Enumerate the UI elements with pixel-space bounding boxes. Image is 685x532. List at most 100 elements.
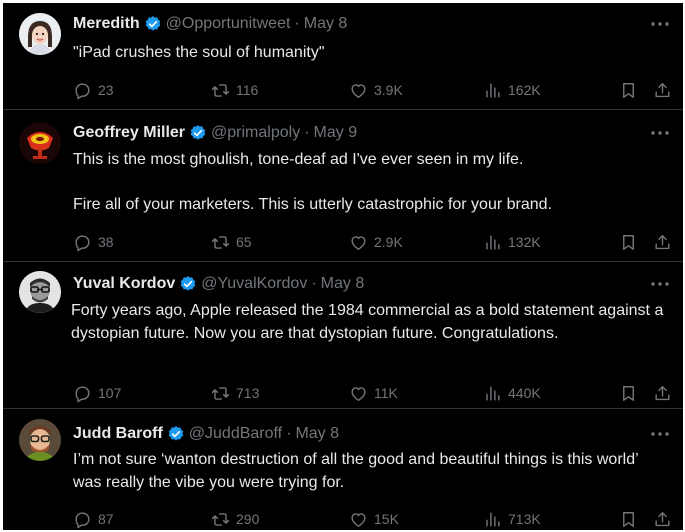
author-handle[interactable]: @YuvalKordov (201, 275, 307, 293)
tweet-text: This is the most ghoulish, tone-deaf ad … (73, 148, 667, 216)
reply-icon (75, 511, 90, 529)
tweet-header: Judd Baroff @JuddBaroff · May 8 (73, 423, 339, 445)
bookmark-button[interactable] (619, 508, 639, 530)
tweet[interactable]: Geoffrey Miller @primalpoly · May 9 This… (3, 110, 683, 262)
share-icon (655, 82, 670, 97)
retweet-icon (211, 235, 230, 249)
separator: · (311, 275, 317, 292)
bookmark-icon (623, 385, 634, 401)
share-button[interactable] (653, 508, 673, 530)
verified-badge-icon (145, 16, 160, 31)
tweet-header: Meredith @Opportunitweet · May 8 (73, 13, 347, 35)
reply-count: 38 (98, 234, 114, 250)
bookmark-button[interactable] (619, 79, 639, 101)
author-handle[interactable]: @JuddBaroff (189, 425, 282, 443)
action-bar: 23 116 3.9K 162K (73, 79, 670, 101)
retweet-count: 116 (236, 82, 259, 98)
more-icon[interactable] (649, 124, 671, 142)
tweet-text: Forty years ago, Apple released the 1984… (71, 299, 665, 345)
retweet-button[interactable]: 713 (211, 382, 259, 404)
views-count: 440K (508, 385, 541, 401)
retweet-button[interactable]: 290 (211, 508, 259, 530)
like-count: 11K (374, 385, 398, 401)
author-handle[interactable]: @primalpoly (211, 124, 300, 142)
reply-button[interactable]: 87 (73, 508, 114, 530)
views-icon (486, 82, 500, 98)
tweet-paragraph: Forty years ago, Apple released the 1984… (71, 302, 664, 342)
like-button[interactable]: 11K (349, 382, 398, 404)
like-button[interactable]: 3.9K (349, 79, 403, 101)
bookmark-icon (623, 511, 634, 527)
timestamp[interactable]: May 8 (295, 425, 339, 443)
tweet-paragraph: I’m not sure ‘wanton destruction of all … (73, 451, 639, 491)
reply-button[interactable]: 38 (73, 231, 114, 253)
share-button[interactable] (653, 79, 673, 101)
like-button[interactable]: 2.9K (349, 231, 403, 253)
tweet-paragraph: "iPad crushes the soul of humanity" (73, 44, 325, 61)
avatar[interactable] (19, 271, 61, 313)
tweet[interactable]: Judd Baroff @JuddBaroff · May 8 I’m not … (3, 409, 683, 530)
bookmark-button[interactable] (619, 382, 639, 404)
like-icon (351, 235, 366, 250)
views-button[interactable]: 162K (483, 79, 541, 101)
retweet-icon (211, 83, 230, 97)
tweet[interactable]: Yuval Kordov @YuvalKordov · May 8 Forty … (3, 262, 683, 409)
author-name[interactable]: Geoffrey Miller (73, 124, 185, 142)
bookmark-icon (623, 234, 634, 250)
share-icon (655, 234, 670, 249)
author-handle[interactable]: @Opportunitweet (166, 15, 291, 33)
author-name[interactable]: Judd Baroff (73, 425, 163, 443)
tweet-paragraph: This is the most ghoulish, tone-deaf ad … (73, 151, 524, 168)
tweet-header: Geoffrey Miller @primalpoly · May 9 (73, 122, 357, 144)
views-icon (486, 234, 500, 250)
reply-count: 23 (98, 82, 114, 98)
separator: · (286, 425, 292, 442)
views-count: 162K (508, 82, 541, 98)
tweet-text: "iPad crushes the soul of humanity" (73, 41, 667, 64)
avatar[interactable] (19, 419, 61, 461)
reply-button[interactable]: 107 (73, 382, 121, 404)
author-name[interactable]: Yuval Kordov (73, 275, 175, 293)
like-count: 2.9K (374, 234, 403, 250)
retweet-count: 65 (236, 234, 252, 250)
views-icon (486, 385, 500, 401)
verified-badge-icon (168, 426, 184, 441)
avatar[interactable] (19, 13, 61, 55)
retweet-icon (211, 512, 230, 526)
verified-badge-icon (190, 125, 206, 140)
timestamp[interactable]: May 9 (314, 124, 358, 142)
more-icon[interactable] (649, 425, 671, 443)
timestamp[interactable]: May 8 (304, 15, 348, 33)
retweet-button[interactable]: 116 (211, 79, 258, 101)
tweet[interactable]: Meredith @Opportunitweet · May 8 "iPad c… (3, 3, 683, 110)
views-icon (486, 511, 500, 527)
views-button[interactable]: 132K (483, 231, 541, 253)
share-icon (655, 385, 670, 400)
like-count: 15K (374, 511, 399, 527)
share-button[interactable] (653, 231, 673, 253)
views-button[interactable]: 713K (483, 508, 541, 530)
more-icon[interactable] (649, 15, 671, 33)
views-button[interactable]: 440K (483, 382, 541, 404)
reply-button[interactable]: 23 (73, 79, 114, 101)
bookmark-button[interactable] (619, 231, 639, 253)
share-button[interactable] (653, 382, 673, 404)
verified-badge-icon (180, 276, 196, 291)
more-icon[interactable] (649, 275, 671, 293)
like-icon (351, 83, 366, 98)
retweet-count: 713 (236, 385, 260, 401)
retweet-button[interactable]: 65 (211, 231, 252, 253)
author-name[interactable]: Meredith (73, 15, 140, 33)
avatar[interactable] (19, 122, 61, 164)
retweet-count: 290 (236, 511, 260, 527)
retweet-icon (211, 386, 230, 400)
views-count: 132K (508, 234, 541, 250)
like-button[interactable]: 15K (349, 508, 399, 530)
timestamp[interactable]: May 8 (321, 275, 365, 293)
tweet-header: Yuval Kordov @YuvalKordov · May 8 (73, 273, 364, 295)
like-icon (351, 386, 366, 401)
tweet-paragraph: Fire all of your marketers. This is utte… (73, 196, 552, 213)
action-bar: 38 65 2.9K 132K (73, 231, 670, 253)
reply-count: 87 (98, 511, 114, 527)
like-icon (351, 512, 366, 527)
